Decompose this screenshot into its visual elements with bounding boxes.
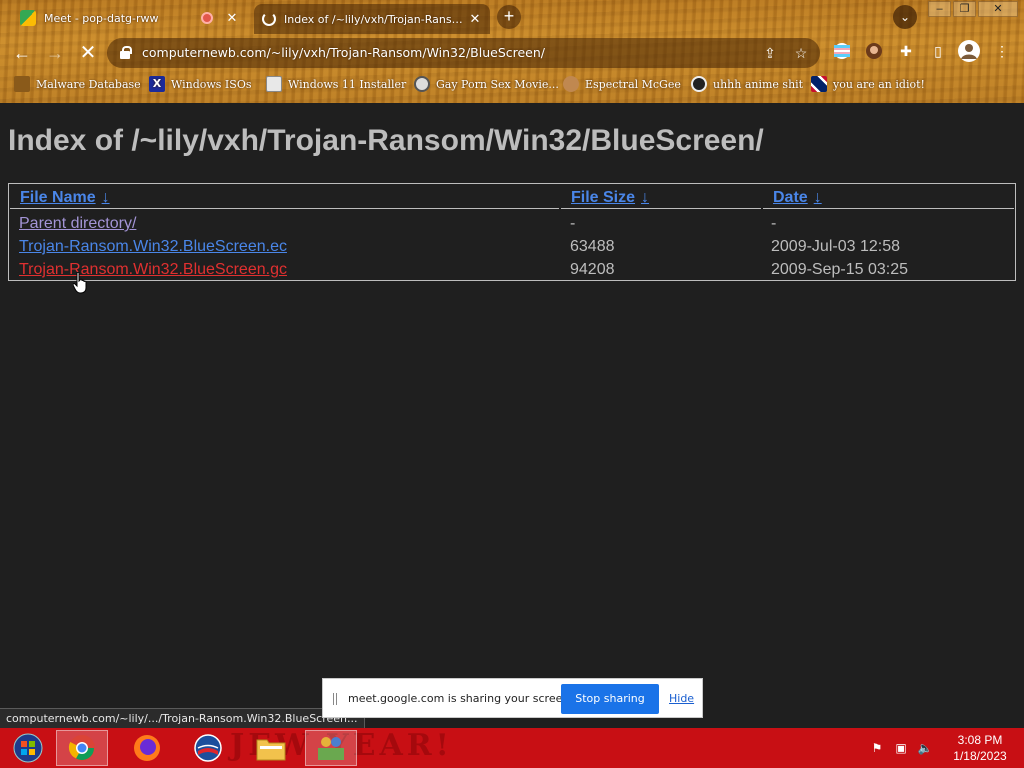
file-link-gc[interactable]: Trojan-Ransom.Win32.BlueScreen.gc <box>19 261 287 279</box>
screen-share-bar: meet.google.com is sharing your screen. … <box>322 678 703 718</box>
page-content: Index of /~lily/vxh/Trojan-Ransom/Win32/… <box>0 103 1024 708</box>
restore-button[interactable]: ❐ <box>953 1 976 17</box>
new-tab-button[interactable]: + <box>497 5 521 29</box>
file-link-ec[interactable]: Trojan-Ransom.Win32.BlueScreen.ec <box>19 238 287 256</box>
column-header-file-name: File Name ↓ <box>10 187 559 209</box>
bookmark-movie[interactable]: Gay Porn Sex Movie... <box>414 75 559 93</box>
column-header-file-size: File Size ↓ <box>561 187 761 209</box>
bookmarks-bar: Malware Database X Windows ISOs Windows … <box>0 72 1024 96</box>
column-header-date: Date ↓ <box>763 187 1014 209</box>
tab-title: Meet - pop-datg-rww <box>44 11 159 25</box>
stop-sharing-button[interactable]: Stop sharing <box>561 684 659 714</box>
start-orb-icon <box>13 733 43 763</box>
date-cell: - <box>771 215 777 232</box>
bookmark-label: Gay Porn Sex Movie... <box>436 77 559 91</box>
menu-kebab-icon[interactable]: ⋮ <box>993 42 1011 60</box>
sort-arrow-icon: ↓ <box>101 189 110 206</box>
sort-arrow-icon: ↓ <box>813 189 822 206</box>
hand-cursor-icon <box>73 272 87 294</box>
x-icon: X <box>149 76 165 92</box>
google-meet-icon <box>20 10 36 26</box>
share-icon[interactable]: ⇪ <box>761 44 779 62</box>
file-size-cell: - <box>570 215 576 232</box>
avatar-extension-icon[interactable] <box>865 42 883 60</box>
sort-file-size-link[interactable]: File Size ↓ <box>571 189 649 207</box>
bookmark-malware-database[interactable]: Malware Database <box>14 75 141 93</box>
share-message: meet.google.com is sharing your screen. <box>348 692 573 705</box>
tab-title: Index of /~lily/vxh/Trojan-Ransom/Win32/… <box>284 12 466 26</box>
action-center-flag-icon[interactable]: ⚑ <box>869 740 885 756</box>
url-text[interactable]: computernewb.com/~lily/vxh/Trojan-Ransom… <box>142 45 545 60</box>
wood-icon <box>14 76 30 92</box>
lock-icon[interactable] <box>120 46 132 59</box>
clock-date: 1/18/2023 <box>953 749 1007 763</box>
hide-link[interactable]: Hide <box>669 692 694 705</box>
bookmark-windows-isos[interactable]: X Windows ISOs <box>149 75 251 93</box>
network-people-icon <box>318 737 344 760</box>
date-cell: 2009-Sep-15 03:25 <box>771 261 908 278</box>
minimize-button[interactable]: – <box>928 1 951 17</box>
side-panel-icon[interactable]: ▯ <box>929 42 947 60</box>
tab-index[interactable]: Index of /~lily/vxh/Trojan-Ransom/Win32/… <box>254 4 490 34</box>
bookmark-windows-11-installer[interactable]: Windows 11 Installer <box>266 75 406 93</box>
toolbar: ← → ✕ computernewb.com/~lily/vxh/Trojan-… <box>0 36 1024 70</box>
start-button[interactable] <box>2 730 54 766</box>
taskbar-firefox[interactable] <box>121 730 173 766</box>
address-bar[interactable]: computernewb.com/~lily/vxh/Trojan-Ransom… <box>107 38 820 68</box>
bookmark-star-icon[interactable]: ☆ <box>792 44 810 62</box>
taskbar-chrome[interactable] <box>56 730 108 766</box>
clock-time: 3:08 PM <box>957 733 1003 747</box>
anime-icon <box>691 76 707 92</box>
close-window-button[interactable]: ✕ <box>978 1 1018 17</box>
system-clock[interactable]: 3:08 PM 1/18/2023 <box>940 732 1020 764</box>
recording-icon <box>201 12 213 24</box>
file-listing-table: File Name ↓ File Size ↓ Date ↓ Parent direc… <box>8 183 1016 281</box>
obama-logo-icon <box>194 734 222 762</box>
volume-icon[interactable]: 🔈 <box>917 740 933 756</box>
link-status-bar: computernewb.com/~lily/.../Trojan-Ransom… <box>0 708 365 728</box>
firefox-icon <box>134 735 160 761</box>
taskbar-obama-logo[interactable] <box>182 730 234 766</box>
extensions-puzzle-icon[interactable]: ✚ <box>897 42 915 60</box>
drag-handle-icon[interactable] <box>333 693 337 705</box>
chrome-icon <box>68 735 95 761</box>
browser-chrome: Meet - pop-datg-rww ✕ Index of /~lily/vx… <box>0 0 1024 103</box>
sort-file-name-link[interactable]: File Name ↓ <box>20 189 110 207</box>
loading-icon <box>262 12 276 26</box>
profile-flag-icon[interactable] <box>833 42 851 60</box>
bookmark-label: Windows 11 Installer <box>288 77 407 91</box>
taskbar: JEW YEAR! ⚑ ▣ 🔈 3:08 PM 1/18/2023 <box>0 728 1024 768</box>
taskbar-file-explorer[interactable] <box>245 730 297 766</box>
taskbar-control-panel[interactable] <box>305 730 357 766</box>
flag-icon <box>811 76 827 92</box>
tab-search-chevron-icon[interactable]: ⌄ <box>893 5 917 29</box>
back-icon[interactable]: ← <box>10 41 34 65</box>
bookmark-label: Malware Database <box>36 77 141 91</box>
file-size-cell: 94208 <box>570 261 615 278</box>
sort-arrow-icon: ↓ <box>641 189 650 206</box>
bookmark-espectral-mcgee[interactable]: Espectral McGee <box>563 75 681 93</box>
bookmark-you-are-an-idiot[interactable]: you are an idiot! <box>811 75 925 93</box>
bookmark-label: you are an idiot! <box>833 77 925 91</box>
bookmark-label: Espectral McGee <box>585 77 681 91</box>
forward-icon[interactable]: → <box>43 41 67 65</box>
disk-icon <box>414 76 430 92</box>
parent-directory-link[interactable]: Parent directory/ <box>19 215 136 233</box>
bookmark-anime[interactable]: uhhh anime shit <box>691 75 803 93</box>
bookmark-label: uhhh anime shit <box>713 77 804 91</box>
date-cell: 2009-Jul-03 12:58 <box>771 238 900 255</box>
folder-icon <box>256 739 286 761</box>
page-title: Index of /~lily/vxh/Trojan-Ransom/Win32/… <box>8 124 764 157</box>
file-size-cell: 63488 <box>570 238 615 255</box>
tab-meet[interactable]: Meet - pop-datg-rww ✕ <box>12 4 247 32</box>
stop-loading-icon[interactable]: ✕ <box>76 41 100 65</box>
face-icon <box>563 76 579 92</box>
profile-avatar-icon[interactable] <box>958 40 980 62</box>
image-icon <box>266 76 282 92</box>
close-tab-icon[interactable]: ✕ <box>466 12 484 27</box>
bookmark-label: Windows ISOs <box>171 77 252 91</box>
network-icon[interactable]: ▣ <box>893 740 909 756</box>
close-tab-icon[interactable]: ✕ <box>223 11 241 26</box>
sort-date-link[interactable]: Date ↓ <box>773 189 822 207</box>
